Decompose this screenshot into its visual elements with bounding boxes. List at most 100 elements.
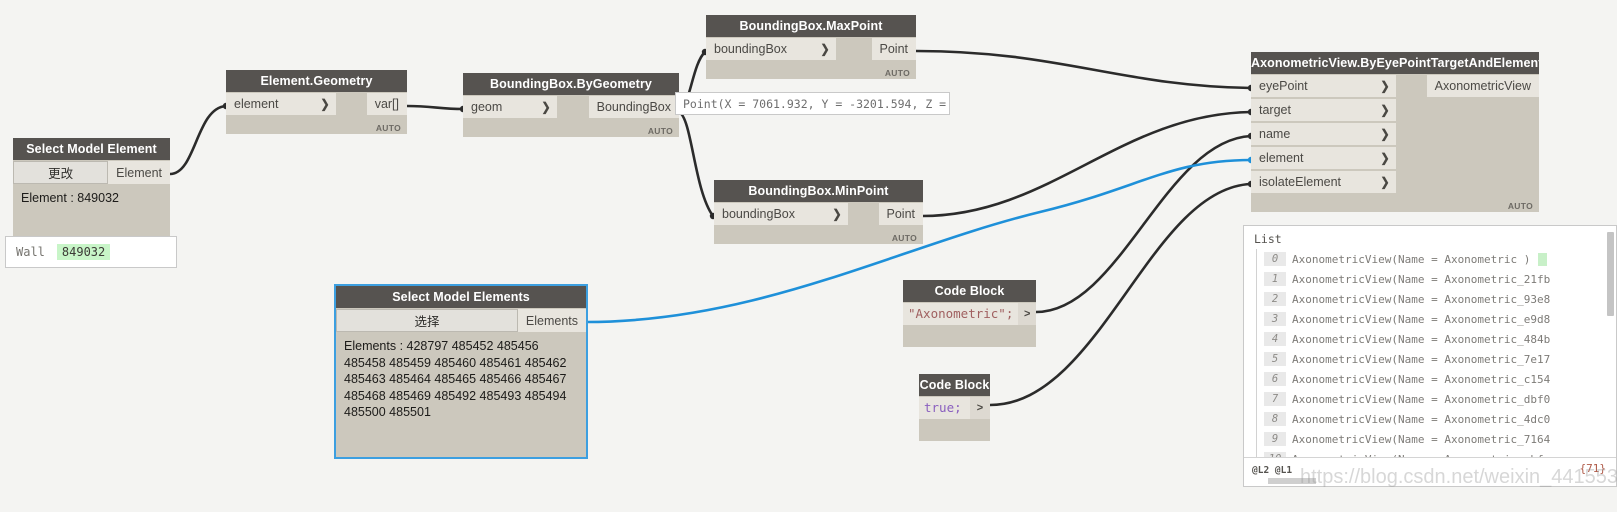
watch-item-index: 3 xyxy=(1264,312,1286,326)
watch-list-item[interactable]: 8 AxonometricView(Name = Axonometric_4dc0 xyxy=(1257,409,1616,429)
watch-item-index: 5 xyxy=(1264,352,1286,366)
node-body-pad xyxy=(903,325,1036,347)
button-row: 选择 Elements xyxy=(336,309,586,332)
watch-scroll-area[interactable]: List 0 AxonometricView(Name = Axonometric… xyxy=(1244,226,1616,465)
watch-list-item[interactable]: 5 AxonometricView(Name = Axonometric_7e17 xyxy=(1257,349,1616,369)
node-boundingbox-minpoint[interactable]: BoundingBox.MinPoint boundingBox ❯ Point… xyxy=(714,180,923,244)
chevron-right-icon: ❯ xyxy=(1380,103,1390,117)
chevron-right-icon: ❯ xyxy=(820,42,830,56)
selected-element-text: Element : 849032 xyxy=(21,191,119,205)
node-title: Code Block xyxy=(919,374,990,396)
dynamo-canvas[interactable]: BoundingBox.MaxPoint boundingBox ❯ Point… xyxy=(0,0,1617,512)
input-port-label: isolateElement xyxy=(1259,175,1341,189)
output-port-codeblock[interactable]: > xyxy=(970,397,990,419)
output-port-label: Element xyxy=(116,165,162,180)
watch-item-text: AxonometricView(Name = Axonometric_21fb xyxy=(1292,272,1551,286)
watch-list-item[interactable]: 0 AxonometricView(Name = Axonometric ) xyxy=(1257,249,1616,269)
output-port-label: var[] xyxy=(374,97,399,111)
watch-list-item[interactable]: 7 AxonometricView(Name = Axonometric_dbf0 xyxy=(1257,389,1616,409)
auto-badge: AUTO xyxy=(375,123,401,133)
wire-geometry-to-bbox xyxy=(405,104,465,111)
wire-bbox-to-minpoint xyxy=(677,110,715,218)
input-port-name[interactable]: name ❯ xyxy=(1251,123,1396,145)
auto-row: AUTO xyxy=(706,61,916,79)
watch-level-indicator: @L2 @L1 xyxy=(1252,465,1293,476)
watch-item-text: AxonometricView(Name = Axonometric_c154 xyxy=(1292,372,1551,386)
node-code-block-bool[interactable]: Code Block true; > xyxy=(919,374,990,441)
input-port-label: target xyxy=(1259,103,1291,117)
output-port-boundingbox[interactable]: BoundingBox xyxy=(588,96,679,118)
chevron-right-icon: ❯ xyxy=(1380,175,1390,189)
point-preview-bubble: Point(X = 7061.932, Y = -3201.594, Z = 2… xyxy=(675,92,950,115)
node-boundingbox-maxpoint[interactable]: BoundingBox.MaxPoint boundingBox ❯ Point… xyxy=(706,15,916,79)
element-id-tag: Wall 849032 xyxy=(5,236,177,268)
change-selection-button[interactable]: 更改 xyxy=(13,161,109,184)
horizontal-scrollbar[interactable] xyxy=(1268,478,1316,484)
watch-list-item[interactable]: 6 AxonometricView(Name = Axonometric_c154 xyxy=(1257,369,1616,389)
node-boundingbox-bygeometry[interactable]: BoundingBox.ByGeometry geom ❯ BoundingBo… xyxy=(463,73,679,137)
watch-list-item[interactable]: 2 AxonometricView(Name = Axonometric_93e8 xyxy=(1257,289,1616,309)
output-port-label: AxonometricView xyxy=(1434,79,1531,93)
input-port-boundingbox[interactable]: boundingBox ❯ xyxy=(714,203,848,225)
node-title: BoundingBox.MinPoint xyxy=(714,180,923,202)
watch-list-item[interactable]: 9 AxonometricView(Name = Axonometric_7164 xyxy=(1257,429,1616,449)
node-select-model-element[interactable]: Select Model Element 更改 Element Element … xyxy=(13,138,170,239)
watch-item-text: AxonometricView(Name = Axonometric_7164 xyxy=(1292,432,1551,446)
wire-minpoint-to-target xyxy=(920,110,1253,218)
code-row: true; > xyxy=(919,397,990,419)
code-block-input[interactable]: "Axonometric"; xyxy=(903,303,1019,325)
output-port-label: Elements xyxy=(525,313,578,328)
input-port-boundingbox[interactable]: boundingBox ❯ xyxy=(706,38,836,60)
output-port-label: Point xyxy=(879,42,909,56)
code-row: "Axonometric"; > xyxy=(903,303,1036,325)
watch-item-text: AxonometricView(Name = Axonometric ) xyxy=(1292,252,1531,266)
input-port-label: boundingBox xyxy=(714,42,787,56)
node-title: AxonometricView.ByEyePointTargetAndEleme… xyxy=(1251,52,1539,74)
node-element-geometry[interactable]: Element.Geometry element ❯ var[] AUTO xyxy=(226,70,407,134)
output-port-point[interactable]: Point xyxy=(878,203,923,225)
button-row: 更改 Element xyxy=(13,161,170,184)
input-port-label: geom xyxy=(471,100,503,114)
input-port-label: name xyxy=(1259,127,1291,141)
select-elements-button[interactable]: 选择 xyxy=(336,309,518,332)
watch-list-item[interactable]: 3 AxonometricView(Name = Axonometric_e9d8 xyxy=(1257,309,1616,329)
auto-badge: AUTO xyxy=(884,68,910,78)
port-area: boundingBox ❯ Point AUTO xyxy=(706,37,916,79)
input-port-geom[interactable]: geom ❯ xyxy=(463,96,557,118)
port-row: target ❯ xyxy=(1251,98,1539,122)
watch-list-item[interactable]: 4 AxonometricView(Name = Axonometric_484b xyxy=(1257,329,1616,349)
input-port-eyepoint[interactable]: eyePoint ❯ xyxy=(1251,75,1396,97)
watch-list-item[interactable]: 1 AxonometricView(Name = Axonometric_21fb xyxy=(1257,269,1616,289)
watch-item-text: AxonometricView(Name = Axonometric_484b xyxy=(1292,332,1551,346)
watch-list: 0 AxonometricView(Name = Axonometric ) 1 Ax… xyxy=(1256,249,1616,465)
input-port-isolateelement[interactable]: isolateElement ❯ xyxy=(1251,171,1396,193)
input-port-element[interactable]: element ❯ xyxy=(1251,147,1396,169)
input-port-label: eyePoint xyxy=(1259,79,1308,93)
output-port-elements[interactable]: Elements xyxy=(517,309,586,332)
port-row: boundingBox ❯ Point xyxy=(706,37,916,61)
node-code-block-name[interactable]: Code Block "Axonometric"; > xyxy=(903,280,1036,347)
output-port-point[interactable]: Point xyxy=(871,38,916,60)
output-port-axonometricview[interactable]: AxonometricView xyxy=(1426,75,1539,97)
node-title: BoundingBox.MaxPoint xyxy=(706,15,916,37)
wire-maxpoint-to-eyepoint xyxy=(914,49,1253,90)
input-port-target[interactable]: target ❯ xyxy=(1251,99,1396,121)
watch-preview-panel[interactable]: List 0 AxonometricView(Name = Axonometric… xyxy=(1243,225,1617,487)
node-title: Element.Geometry xyxy=(226,70,407,92)
code-block-input[interactable]: true; xyxy=(919,397,970,419)
node-axonometric-view[interactable]: AxonometricView.ByEyePointTargetAndEleme… xyxy=(1251,52,1539,212)
watch-item-index: 2 xyxy=(1264,292,1286,306)
output-port-codeblock[interactable]: > xyxy=(1018,303,1036,325)
output-port-element[interactable]: Element xyxy=(108,161,170,184)
node-select-model-elements[interactable]: Select Model Elements 选择 Elements Elemen… xyxy=(334,284,588,459)
watch-item-index: 9 xyxy=(1264,432,1286,446)
output-port-label: BoundingBox xyxy=(596,100,671,114)
port-area: geom ❯ BoundingBox AUTO xyxy=(463,95,679,137)
vertical-scrollbar[interactable] xyxy=(1607,232,1614,316)
watch-item-text: AxonometricView(Name = Axonometric_4dc0 xyxy=(1292,412,1551,426)
port-row: isolateElement ❯ xyxy=(1251,170,1539,194)
input-port-element[interactable]: element ❯ xyxy=(226,93,336,115)
selected-elements-text: Elements : 428797 485452 485456 485458 4… xyxy=(344,339,570,419)
output-port-var[interactable]: var[] xyxy=(366,93,407,115)
input-port-label: element xyxy=(234,97,279,111)
